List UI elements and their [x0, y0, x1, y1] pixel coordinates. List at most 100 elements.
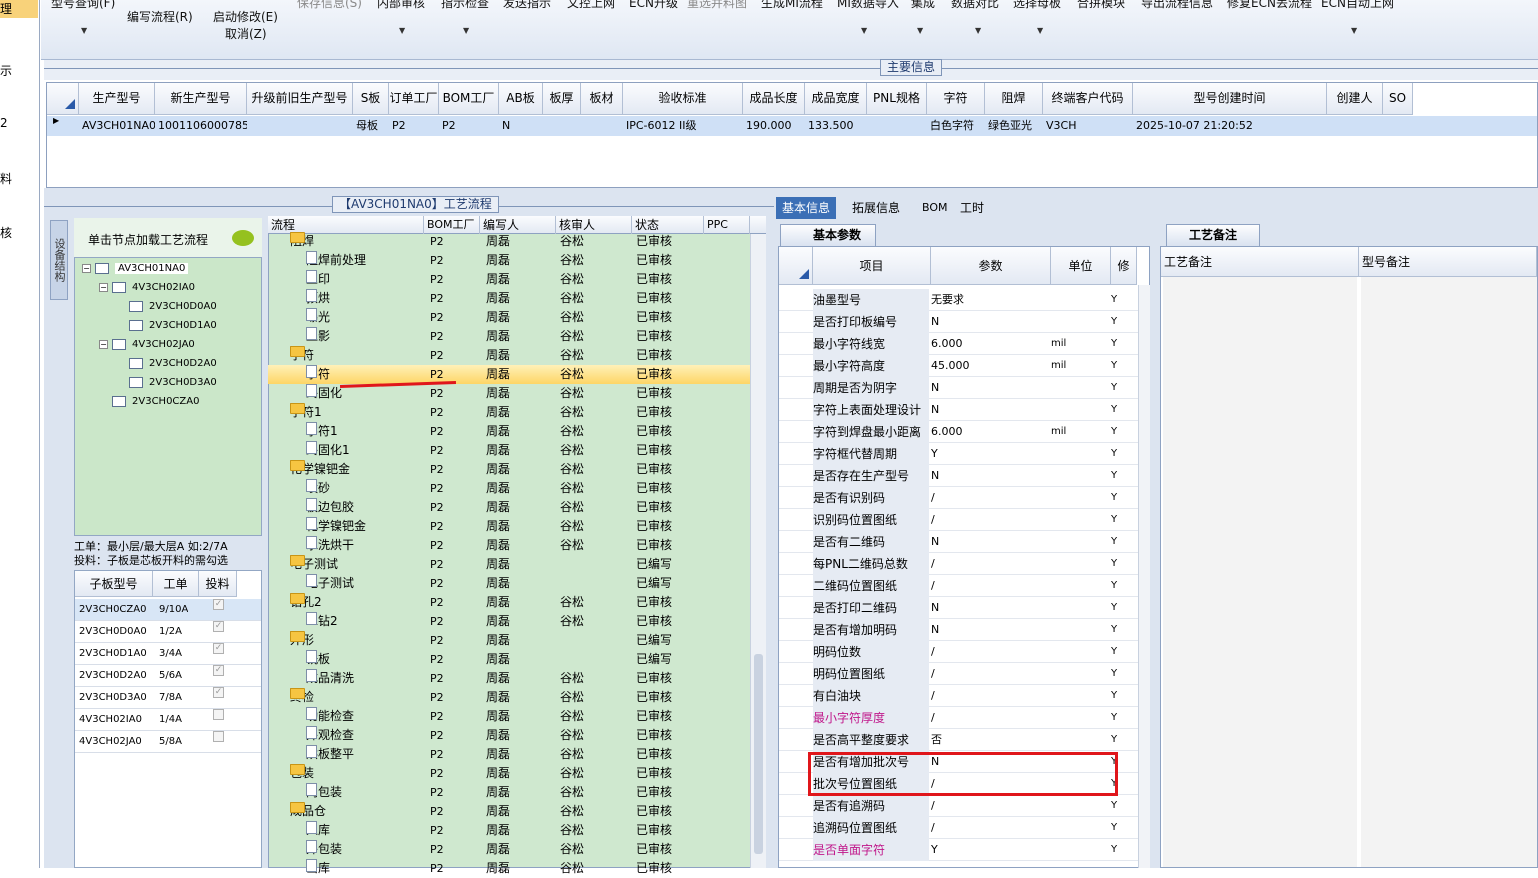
flow-row[interactable]: −字符P2周磊谷松已审核: [268, 346, 750, 365]
params-col-item[interactable]: 项目: [813, 247, 931, 285]
tb-ecn-auto-online[interactable]: ECN自动上网 ▼: [1321, 0, 1394, 35]
main-col-0[interactable]: 生产型号: [79, 83, 155, 115]
tb-integrate[interactable]: 集成 ▼: [911, 0, 935, 35]
tb-write-flow[interactable]: 编写流程(R): [127, 8, 193, 25]
flow-row[interactable]: 喷砂 P2 周磊 谷松 已审核: [268, 479, 750, 498]
main-cell-15[interactable]: V3CH: [1043, 116, 1133, 136]
param-row[interactable]: 二维码位置图纸 / Y: [779, 575, 1139, 597]
main-cell-12[interactable]: [867, 116, 927, 136]
flow-row[interactable]: 出库 P2 周磊 谷松 已审核: [268, 859, 750, 878]
flow-row[interactable]: −成品仓P2周磊谷松已审核: [268, 802, 750, 821]
tree-node[interactable]: 2V3CH0D0A0: [116, 298, 217, 315]
flow-row[interactable]: −阻焊P2周磊谷松已审核: [268, 232, 750, 251]
main-cell-1[interactable]: 10011060007858: [155, 116, 247, 136]
main-cell-7[interactable]: [543, 116, 581, 136]
flow-row[interactable]: 水洗烘干 P2 周磊 谷松 已审核: [268, 536, 750, 555]
params-col-unit[interactable]: 单位: [1051, 247, 1111, 285]
param-row[interactable]: 是否有追溯码 / Y: [779, 795, 1139, 817]
flow-row[interactable]: 化学镍钯金 P2 周磊 谷松 已审核: [268, 517, 750, 536]
flow-row[interactable]: 外包装 P2 周磊 谷松 已审核: [268, 840, 750, 859]
main-cell-11[interactable]: 133.500: [805, 116, 867, 136]
tb-model-query[interactable]: 型号查询(F) ▼: [51, 0, 115, 35]
flow-row[interactable]: 字符1 P2 周磊 谷松 已审核: [268, 422, 750, 441]
param-row[interactable]: 明码位数 / Y: [779, 641, 1139, 663]
left-nav-item-4[interactable]: 核: [0, 224, 38, 242]
tree-node[interactable]: − 4V3CH02IA0: [99, 279, 195, 296]
sub-row[interactable]: 2V3CH0D3A0 7/8A ✓: [75, 687, 261, 709]
main-cell-14[interactable]: 绿色亚光: [985, 116, 1043, 136]
tree-expand-icon[interactable]: −: [99, 339, 108, 349]
tb-mi-import[interactable]: MI数据导入 ▼: [837, 0, 899, 35]
tree-expand-icon[interactable]: −: [82, 263, 91, 273]
param-row[interactable]: 明码位置图纸 / Y: [779, 663, 1139, 685]
tb-merge-module[interactable]: 合拼模块: [1077, 0, 1125, 11]
tb-select-mother[interactable]: 选择母板 ▼: [1013, 0, 1061, 35]
sub-row[interactable]: 2V3CH0CZA0 9/10A ✓: [75, 599, 261, 621]
flow-row[interactable]: 阻焊前处理 P2 周磊 谷松 已审核: [268, 251, 750, 270]
param-row[interactable]: 是否存在生产型号 N Y: [779, 465, 1139, 487]
main-col-14[interactable]: 阻焊: [985, 83, 1043, 115]
main-cell-4[interactable]: P2: [389, 116, 439, 136]
feed-checkbox[interactable]: ✓: [213, 687, 224, 698]
feed-checkbox[interactable]: ✓: [213, 621, 224, 632]
flow-row[interactable]: 板边包胶 P2 周磊 谷松 已审核: [268, 498, 750, 517]
feed-checkbox[interactable]: [213, 731, 224, 742]
flow-row[interactable]: −钻孔2P2周磊谷松已审核: [268, 593, 750, 612]
flow-row[interactable]: 入库 P2 周磊 谷松 已审核: [268, 821, 750, 840]
main-col-16[interactable]: 型号创建时间: [1133, 83, 1327, 115]
param-row[interactable]: 最小字符高度 45.000 mil Y: [779, 355, 1139, 377]
main-col-18[interactable]: SO: [1383, 83, 1413, 115]
tree-node[interactable]: 2V3CH0D2A0: [116, 355, 217, 372]
main-cell-2[interactable]: [247, 116, 353, 136]
sub-row[interactable]: 2V3CH0D2A0 5/6A ✓: [75, 665, 261, 687]
main-cell-5[interactable]: P2: [439, 116, 499, 136]
side-tab-structure[interactable]: 设备结构: [50, 220, 68, 300]
main-cell-9[interactable]: IPC-6012 II级: [623, 116, 743, 136]
flow-row[interactable]: −终检P2周磊谷松已审核: [268, 688, 750, 707]
param-row[interactable]: 识别码位置图纸 / Y: [779, 509, 1139, 531]
sub-row[interactable]: 4V3CH02JA0 5/8A: [75, 731, 261, 753]
feed-checkbox[interactable]: ✓: [213, 643, 224, 654]
main-col-17[interactable]: 创建人: [1327, 83, 1383, 115]
main-cell-3[interactable]: 母板: [353, 116, 389, 136]
tb-reselect-drawing[interactable]: 重选并料图: [687, 0, 747, 11]
main-cell-8[interactable]: [581, 116, 623, 136]
flow-row[interactable]: −外形P2周磊已编写: [268, 631, 750, 650]
left-nav-item-3[interactable]: 料: [0, 170, 38, 188]
flow-row[interactable]: 烘板整平 P2 周磊 谷松 已审核: [268, 745, 750, 764]
flow-row[interactable]: 功能检查 P2 周磊 谷松 已审核: [268, 707, 750, 726]
sub-row[interactable]: 2V3CH0D1A0 3/4A ✓: [75, 643, 261, 665]
param-row[interactable]: 追溯码位置图纸 / Y: [779, 817, 1139, 839]
remark-col-model[interactable]: 型号备注: [1359, 247, 1537, 277]
main-col-13[interactable]: 字符: [927, 83, 985, 115]
tab-basic-params[interactable]: 基本参数: [780, 224, 876, 246]
flow-row[interactable]: 铣板 P2 周磊 已编写: [268, 650, 750, 669]
tree-node[interactable]: 2V3CH0D3A0: [116, 374, 217, 391]
param-row[interactable]: 是否打印二维码 N Y: [779, 597, 1139, 619]
flow-row[interactable]: 显影 P2 周磊 谷松 已审核: [268, 327, 750, 346]
tb-save[interactable]: 保存信息(S): [297, 0, 362, 11]
left-nav-item-1[interactable]: 示: [0, 62, 38, 80]
param-row[interactable]: 字符上表面处理设计 N Y: [779, 399, 1139, 421]
sub-col-model[interactable]: 子板型号: [75, 571, 153, 597]
tb-start-modify[interactable]: 启动修改(E): [213, 8, 278, 25]
tb-cancel[interactable]: 取消(Z): [225, 25, 267, 42]
main-col-7[interactable]: 板厚: [543, 83, 581, 115]
flow-row[interactable]: −电子测试P2周磊已编写: [268, 555, 750, 574]
tree-node[interactable]: − 4V3CH02JA0: [99, 336, 195, 353]
param-row[interactable]: 是否有识别码 / Y: [779, 487, 1139, 509]
main-col-8[interactable]: 板材: [581, 83, 623, 115]
flow-row[interactable]: 字符 P2 周磊 谷松 已审核: [268, 365, 750, 384]
main-cell-13[interactable]: 白色字符: [927, 116, 985, 136]
flow-row[interactable]: 外观检查 P2 周磊 谷松 已审核: [268, 726, 750, 745]
tree-expand-icon[interactable]: −: [99, 282, 108, 292]
tab-extended-info[interactable]: 拓展信息: [846, 197, 906, 219]
param-row[interactable]: 最小字符线宽 6.000 mil Y: [779, 333, 1139, 355]
param-row[interactable]: 油墨型号 无要求 Y: [779, 289, 1139, 311]
tb-data-compare[interactable]: 数据对比 ▼: [951, 0, 999, 35]
tb-repair-ecn[interactable]: 修复ECN丢流程: [1227, 0, 1312, 11]
main-grid-row[interactable]: ▶ AV3CH01NA0 10011060007858 母板 P2 P2 N IPC-601…: [47, 116, 1537, 136]
feed-checkbox[interactable]: ✓: [213, 599, 224, 610]
tab-hours[interactable]: 工时: [954, 197, 990, 219]
tree-node[interactable]: 2V3CH0D1A0: [116, 317, 217, 334]
